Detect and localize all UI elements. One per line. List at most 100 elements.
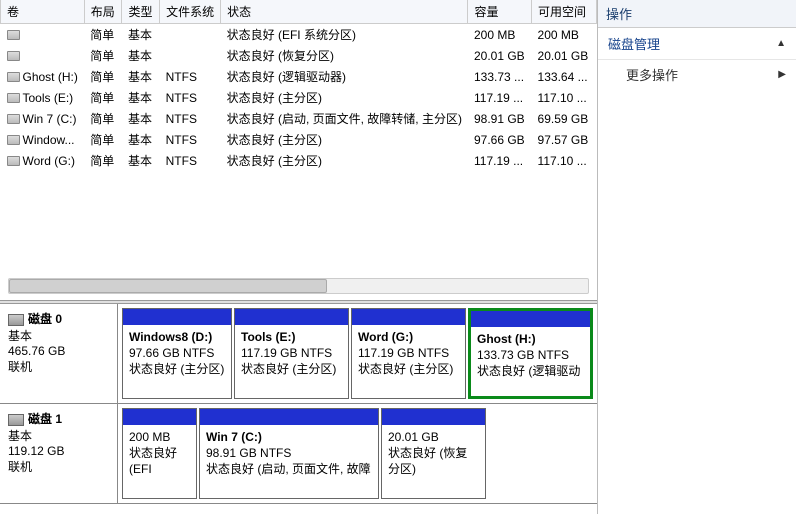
cell-free: 97.57 GB [532, 129, 597, 150]
partition-bar [200, 409, 378, 425]
partition-bar [235, 309, 348, 325]
partition-vol: Tools (E:) [241, 329, 342, 345]
volume-table-wrap: 卷 布局 类型 文件系统 状态 容量 可用空间 简单基本状态良好 (EFI 系统… [0, 0, 597, 300]
actions-header: 操作 [598, 0, 796, 28]
partition-cap: 97.66 GB NTFS [129, 345, 225, 361]
cell-status: 状态良好 (启动, 页面文件, 故障转储, 主分区) [221, 108, 468, 129]
partition[interactable]: Word (G:)117.19 GB NTFS状态良好 (主分区) [351, 308, 466, 399]
cell-fs: NTFS [160, 108, 221, 129]
partition-text: Word (G:)117.19 GB NTFS状态良好 (主分区) [352, 325, 465, 382]
partition-cap: 20.01 GB [388, 429, 479, 445]
cell-status: 状态良好 (主分区) [221, 87, 468, 108]
partition-text: 20.01 GB状态良好 (恢复分区) [382, 425, 485, 482]
disk1-info[interactable]: 磁盘 1 基本 119.12 GB 联机 [0, 404, 118, 503]
table-row[interactable]: Win 7 (C:)简单基本NTFS状态良好 (启动, 页面文件, 故障转储, … [1, 108, 597, 129]
partition[interactable]: Win 7 (C:)98.91 GB NTFS状态良好 (启动, 页面文件, 故… [199, 408, 379, 499]
actions-more[interactable]: 更多操作 ▶ [598, 60, 796, 89]
partition[interactable]: 20.01 GB状态良好 (恢复分区) [381, 408, 486, 499]
table-row[interactable]: Word (G:)简单基本NTFS状态良好 (主分区)117.19 ...117… [1, 150, 597, 171]
actions-section-disk-mgmt[interactable]: 磁盘管理 ▲ [598, 28, 796, 60]
cell-status: 状态良好 (恢复分区) [221, 45, 468, 66]
cell-volume: Word (G:) [1, 150, 85, 171]
chevron-right-icon: ▶ [778, 69, 786, 80]
cell-fs [160, 45, 221, 66]
cell-fs: NTFS [160, 66, 221, 87]
disk1-name: 磁盘 1 [28, 412, 62, 426]
scrollbar-thumb[interactable] [9, 279, 327, 293]
cell-type: 基本 [122, 150, 160, 171]
cell-fs: NTFS [160, 150, 221, 171]
partition-vol: Win 7 (C:) [206, 429, 372, 445]
partition-bar [382, 409, 485, 425]
volume-table[interactable]: 卷 布局 类型 文件系统 状态 容量 可用空间 简单基本状态良好 (EFI 系统… [0, 0, 597, 171]
cell-fs [160, 24, 221, 46]
volume-icon [7, 51, 20, 61]
disk0-size: 465.76 GB [8, 344, 65, 358]
partition-vol: Word (G:) [358, 329, 459, 345]
table-row[interactable]: 简单基本状态良好 (EFI 系统分区)200 MB200 MB [1, 24, 597, 46]
disk1-state: 联机 [8, 460, 32, 474]
partition-text: Tools (E:)117.19 GB NTFS状态良好 (主分区) [235, 325, 348, 382]
partition-vol: Ghost (H:) [477, 331, 584, 347]
partition[interactable]: Windows8 (D:)97.66 GB NTFS状态良好 (主分区) [122, 308, 232, 399]
disk1-partitions: 200 MB状态良好 (EFIWin 7 (C:)98.91 GB NTFS状态… [118, 404, 597, 503]
table-row[interactable]: Ghost (H:)简单基本NTFS状态良好 (逻辑驱动器)133.73 ...… [1, 66, 597, 87]
partition[interactable]: 200 MB状态良好 (EFI [122, 408, 197, 499]
partition-bar [352, 309, 465, 325]
partition-text: Ghost (H:)133.73 GB NTFS状态良好 (逻辑驱动 [471, 327, 590, 384]
cell-layout: 简单 [84, 150, 122, 171]
partition-bar [471, 311, 590, 327]
cell-capacity: 20.01 GB [468, 45, 532, 66]
partition-text: 200 MB状态良好 (EFI [123, 425, 196, 482]
cell-type: 基本 [122, 108, 160, 129]
cell-capacity: 98.91 GB [468, 108, 532, 129]
cell-free: 20.01 GB [532, 45, 597, 66]
cell-volume [1, 24, 85, 46]
partition-bar [123, 409, 196, 425]
volume-icon [7, 30, 20, 40]
partition[interactable]: Ghost (H:)133.73 GB NTFS状态良好 (逻辑驱动 [468, 308, 593, 399]
cell-layout: 简单 [84, 108, 122, 129]
cell-type: 基本 [122, 129, 160, 150]
volume-icon [7, 156, 20, 166]
horizontal-scrollbar[interactable] [8, 278, 589, 294]
col-status[interactable]: 状态 [221, 0, 468, 24]
partition-stat: 状态良好 (恢复分区) [388, 445, 479, 477]
table-row[interactable]: Tools (E:)简单基本NTFS状态良好 (主分区)117.19 ...11… [1, 87, 597, 108]
actions-section-label: 磁盘管理 [608, 34, 660, 53]
partition-stat: 状态良好 (主分区) [129, 361, 225, 377]
cell-volume: Tools (E:) [1, 87, 85, 108]
disk0-info[interactable]: 磁盘 0 基本 465.76 GB 联机 [0, 304, 118, 403]
cell-type: 基本 [122, 24, 160, 46]
col-volume[interactable]: 卷 [1, 0, 85, 24]
cell-status: 状态良好 (主分区) [221, 129, 468, 150]
cell-layout: 简单 [84, 45, 122, 66]
disk-map-area: 磁盘 0 基本 465.76 GB 联机 Windows8 (D:)97.66 … [0, 304, 597, 514]
disk1-size: 119.12 GB [8, 444, 64, 458]
partition-bar [123, 309, 231, 325]
cell-volume [1, 45, 85, 66]
cell-free: 133.64 ... [532, 66, 597, 87]
cell-layout: 简单 [84, 66, 122, 87]
col-free[interactable]: 可用空间 [532, 0, 597, 24]
cell-fs: NTFS [160, 129, 221, 150]
cell-free: 117.10 ... [532, 150, 597, 171]
cell-type: 基本 [122, 87, 160, 108]
partition-cap: 98.91 GB NTFS [206, 445, 372, 461]
cell-free: 200 MB [532, 24, 597, 46]
cell-status: 状态良好 (主分区) [221, 150, 468, 171]
partition-stat: 状态良好 (逻辑驱动 [477, 363, 584, 379]
col-layout[interactable]: 布局 [84, 0, 122, 24]
col-capacity[interactable]: 容量 [468, 0, 532, 24]
table-row[interactable]: Window...简单基本NTFS状态良好 (主分区)97.66 GB97.57… [1, 129, 597, 150]
partition[interactable]: Tools (E:)117.19 GB NTFS状态良好 (主分区) [234, 308, 349, 399]
col-fs[interactable]: 文件系统 [160, 0, 221, 24]
cell-capacity: 200 MB [468, 24, 532, 46]
col-type[interactable]: 类型 [122, 0, 160, 24]
partition-cap: 200 MB [129, 429, 190, 445]
partition-stat: 状态良好 (启动, 页面文件, 故障 [206, 461, 372, 477]
actions-panel: 操作 磁盘管理 ▲ 更多操作 ▶ [598, 0, 796, 514]
table-row[interactable]: 简单基本状态良好 (恢复分区)20.01 GB20.01 GB [1, 45, 597, 66]
cell-free: 69.59 GB [532, 108, 597, 129]
cell-status: 状态良好 (EFI 系统分区) [221, 24, 468, 46]
